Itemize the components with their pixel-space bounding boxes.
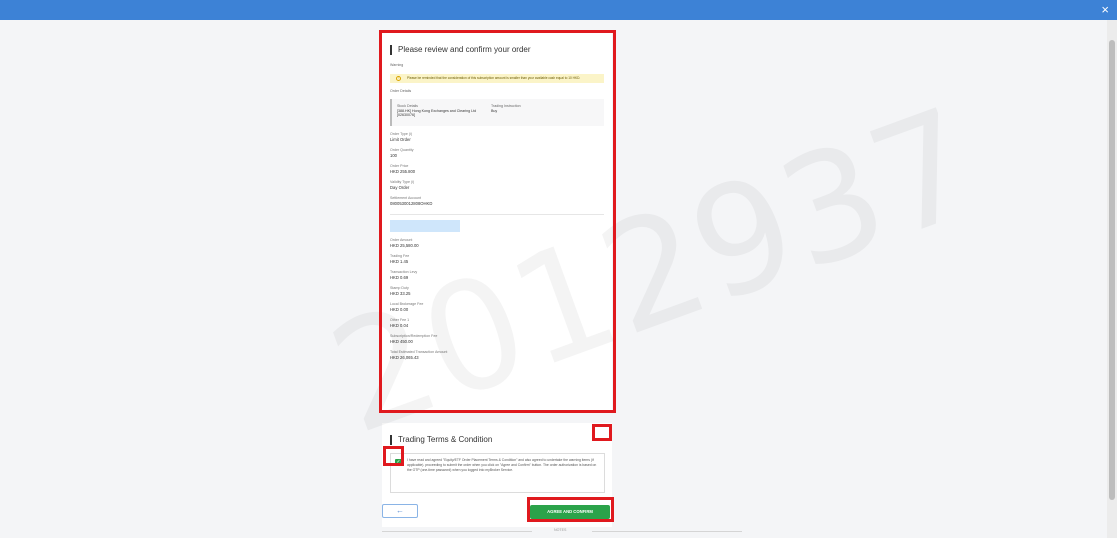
validity-type-field: Validity Type (i) Day Order — [390, 180, 604, 190]
stock-details-value: [388.HK] Hong Kong Exchanges and Clearin… — [397, 108, 477, 118]
fee-calculation-tab — [390, 220, 460, 232]
field-value: HKD 450.00 — [390, 339, 413, 344]
field-value: HKD 33.25 — [390, 291, 411, 296]
agree-and-confirm-button[interactable]: AGREE AND CONFIRM — [530, 505, 610, 519]
trading-fee-field: Trading Fee HKD 1.45 — [390, 254, 604, 264]
field-value: 0800530012808OHKD — [390, 201, 433, 206]
settlement-account-field: Settlement Account 0800530012808OHKD — [390, 196, 604, 206]
footer-notes: NOTES — [382, 528, 742, 536]
field-value: Limit Order — [390, 137, 411, 142]
warning-banner: ! Please be reminded that the considerat… — [390, 73, 604, 83]
field-value: Day Order — [390, 185, 410, 190]
terms-text: I have read and agreed "Equity/ETF Order… — [407, 458, 597, 472]
transaction-levy-field: Transaction Levy HKD 0.69 — [390, 270, 604, 280]
stamp-duty-field: Stamp Duty HKD 33.25 — [390, 286, 604, 296]
total-estimated-amount-field: Total Estimated Transaction Amount HKD 2… — [390, 350, 604, 360]
back-button[interactable]: ← — [382, 504, 418, 518]
stock-details-box: Stock Details [388.HK] Hong Kong Exchang… — [390, 99, 604, 126]
modal-top-bar: × — [0, 0, 1117, 20]
order-quantity-field: Order Quantity 100 — [390, 148, 604, 158]
section-divider — [390, 214, 604, 215]
order-details-label: Order Details — [390, 88, 412, 93]
field-value: HKD 1.45 — [390, 259, 409, 264]
order-review-panel: Please review and confirm your order War… — [382, 33, 612, 410]
terms-checkbox[interactable]: ✓ — [395, 459, 402, 466]
warning-text: Please be reminded that the consideratio… — [407, 76, 581, 80]
scrollbar-thumb[interactable] — [1109, 40, 1115, 500]
warning-label: Warning — [390, 63, 404, 67]
terms-box: ✓ I have read and agreed "Equity/ETF Ord… — [390, 453, 605, 493]
page-title: Please review and confirm your order — [390, 45, 604, 55]
field-value: 100 — [390, 153, 397, 158]
field-value: HKD 0.04 — [390, 323, 409, 328]
other-fee-field: Other Fee 1 HKD 0.04 — [390, 318, 604, 328]
scrollbar[interactable] — [1107, 20, 1117, 538]
order-amount-field: Order Amount HKD 25,580.00 — [390, 238, 604, 248]
footer-divider — [382, 531, 532, 532]
footer-divider — [592, 531, 742, 532]
field-value: HKD 255.800 — [390, 169, 416, 174]
warning-icon: ! — [396, 75, 401, 81]
terms-title: Trading Terms & Condition — [390, 435, 604, 445]
field-value: HKD 0.69 — [390, 275, 409, 280]
local-brokerage-fee-field: Local Brokerage Fee HKD 0.00 — [390, 302, 604, 312]
arrow-left-icon: ← — [396, 506, 404, 515]
notes-label: NOTES — [554, 528, 567, 532]
trading-instruction-value: Buy — [491, 108, 498, 113]
close-icon[interactable]: × — [1101, 2, 1109, 18]
order-type-field: Order Type (i) Limit Order — [390, 132, 604, 142]
terms-panel: Trading Terms & Condition ✓ I have read … — [382, 423, 612, 527]
subscription-redemption-fee-field: Subscription/Redemption Fee HKD 450.00 — [390, 334, 604, 344]
field-value: HKD 0.00 — [390, 307, 409, 312]
trading-instruction-label: Trading Instruction — [491, 104, 521, 108]
order-price-field: Order Price HKD 255.800 — [390, 164, 604, 174]
field-value: HKD 26,065.43 — [390, 355, 419, 360]
field-value: HKD 25,580.00 — [390, 243, 419, 248]
